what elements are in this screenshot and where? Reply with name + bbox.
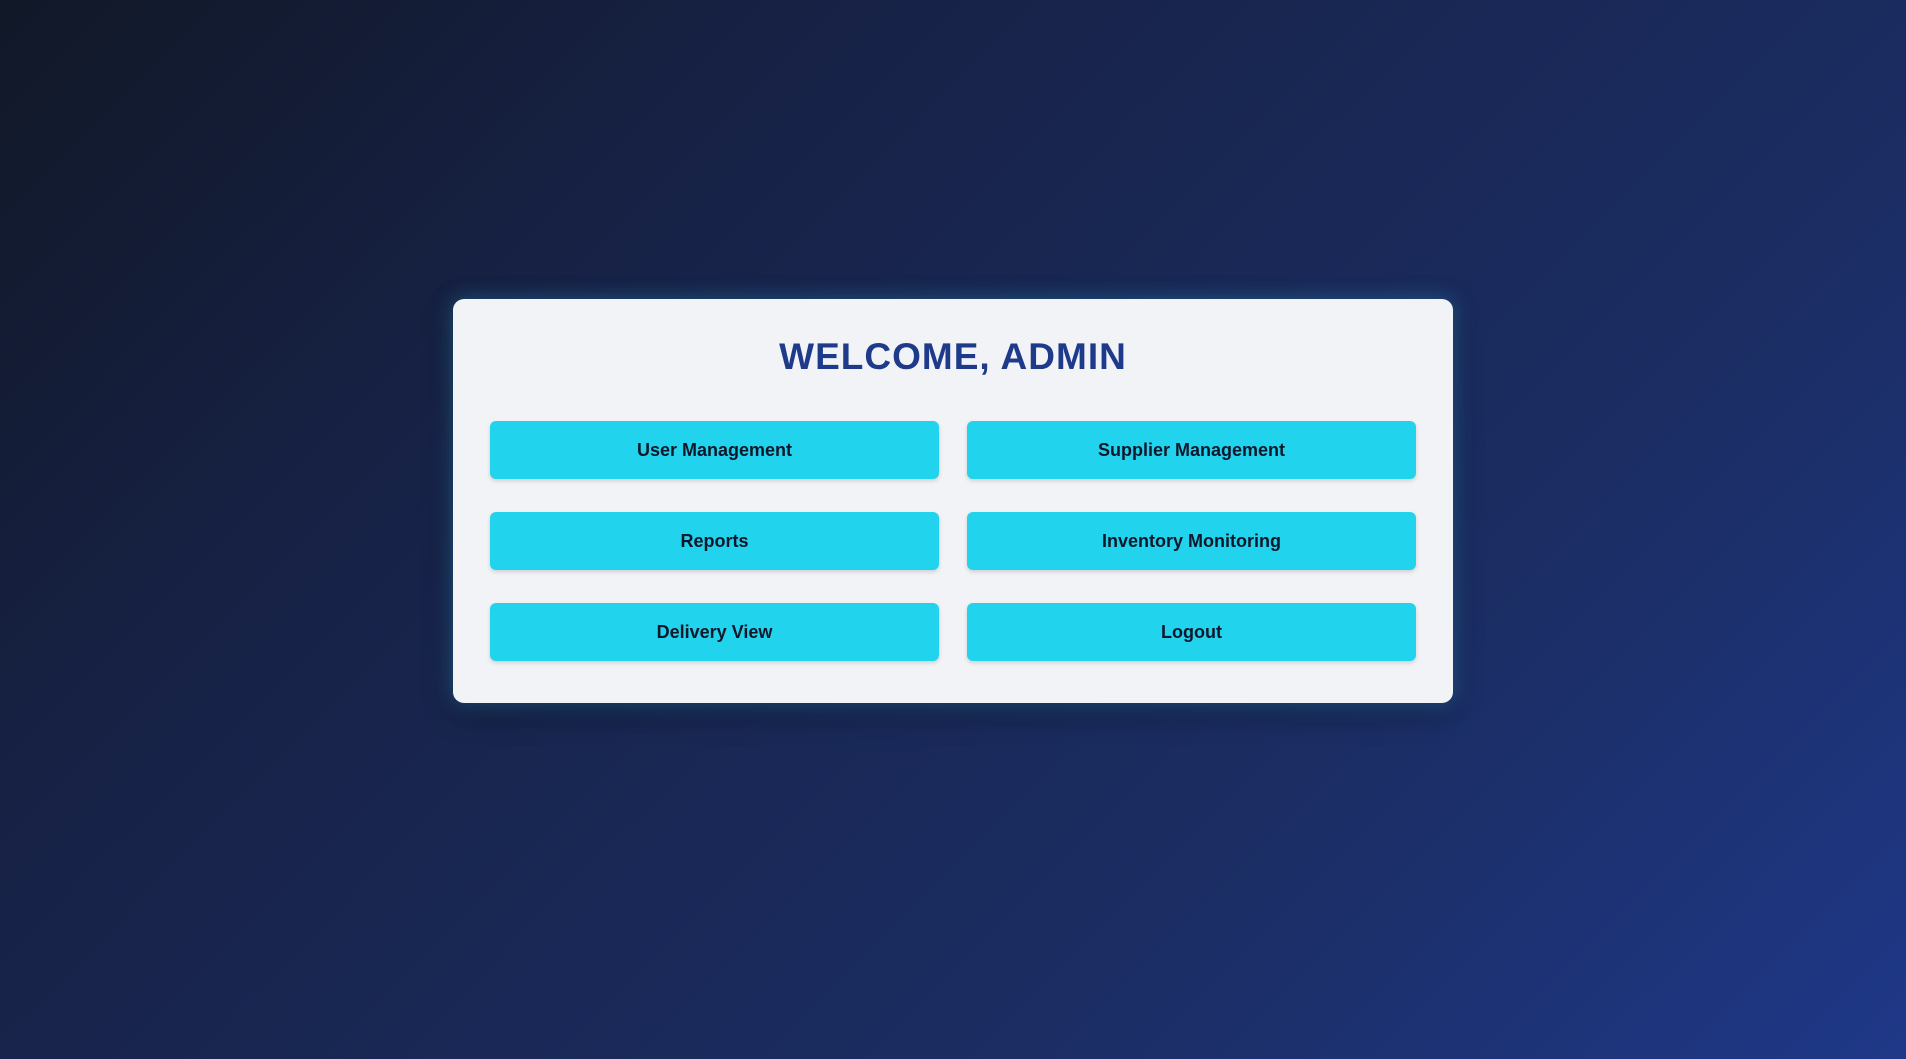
user-management-button[interactable]: User Management: [490, 421, 939, 479]
page-title: WELCOME, ADMIN: [779, 336, 1127, 377]
reports-button[interactable]: Reports: [490, 512, 939, 570]
menu-button-grid: User Management Supplier Management Repo…: [490, 421, 1416, 661]
admin-dashboard-panel: WELCOME, ADMIN User Management Supplier …: [453, 299, 1453, 703]
inventory-monitoring-button[interactable]: Inventory Monitoring: [967, 512, 1416, 570]
logout-button[interactable]: Logout: [967, 603, 1416, 661]
delivery-view-button[interactable]: Delivery View: [490, 603, 939, 661]
page-background: { "colors": { "panel_background": "#f1f3…: [0, 0, 1906, 1059]
supplier-management-button[interactable]: Supplier Management: [967, 421, 1416, 479]
